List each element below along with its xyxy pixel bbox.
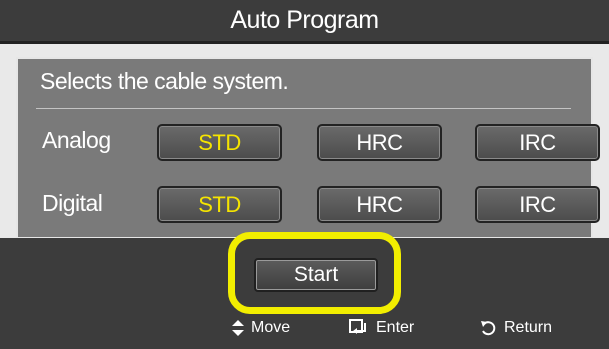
footer-return: Return: [479, 316, 552, 340]
analog-irc-button[interactable]: IRC: [475, 124, 600, 161]
cable-system-panel: Selects the cable system. Analog STD HRC…: [16, 57, 600, 239]
enter-label: Enter: [376, 319, 415, 336]
focus-highlight: [228, 232, 401, 314]
digital-label: Digital: [42, 190, 103, 216]
return-label: Return: [504, 319, 553, 336]
divider: [36, 108, 571, 109]
title-bar: Auto Program: [0, 0, 609, 44]
auto-program-screen: Auto Program Selects the cable system. A…: [0, 0, 609, 349]
footer-move: Move: [232, 316, 290, 340]
return-icon: [479, 319, 497, 337]
panel-subtitle: Selects the cable system.: [40, 68, 289, 94]
analog-std-button[interactable]: STD: [157, 124, 282, 161]
digital-hrc-button[interactable]: HRC: [317, 186, 442, 223]
move-label: Move: [251, 319, 291, 336]
window-title: Auto Program: [230, 6, 379, 34]
digital-std-button[interactable]: STD: [157, 186, 282, 223]
footer-enter: Enter: [349, 316, 414, 340]
analog-label: Analog: [42, 127, 111, 153]
digital-irc-button[interactable]: IRC: [475, 186, 600, 223]
up-down-arrows-icon: [232, 320, 244, 336]
enter-icon: [349, 319, 369, 337]
analog-hrc-button[interactable]: HRC: [317, 124, 442, 161]
